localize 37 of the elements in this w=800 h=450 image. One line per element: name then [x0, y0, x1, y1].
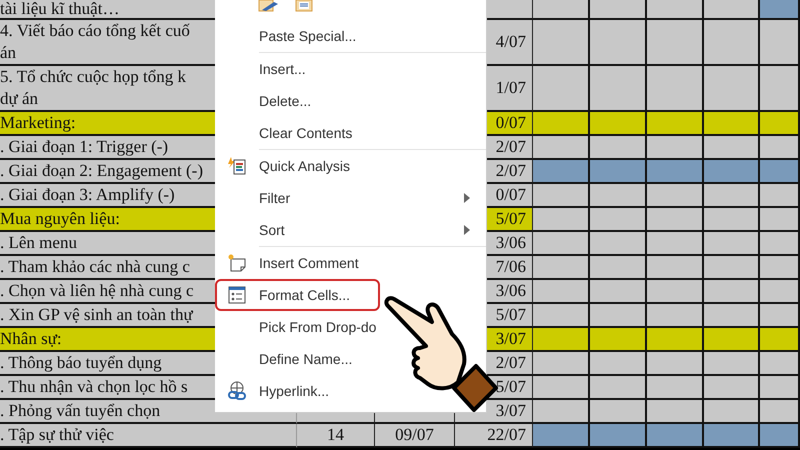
submenu-arrow-icon — [464, 225, 470, 235]
menu-item[interactable]: Quick Analysis — [215, 150, 354, 182]
hyperlink-icon — [227, 381, 247, 401]
menu-item[interactable]: Insert... — [215, 53, 310, 85]
task-name: . Lên menu — [0, 232, 77, 254]
menu-item[interactable]: Pick From Drop-do — [215, 311, 380, 343]
menu-item[interactable]: Insert Comment — [215, 247, 363, 279]
comment-icon — [227, 253, 247, 273]
task-name: 5. Tổ chức cuộc họp tổng k dự án — [0, 66, 186, 110]
quick-analysis-icon — [227, 156, 247, 176]
table-cell: 22/07 — [455, 424, 533, 448]
menu-item[interactable]: Define Name... — [215, 343, 356, 375]
task-name: . Giai đoạn 3: Amplify (-) — [0, 184, 175, 206]
menu-item[interactable]: Clear Contents — [215, 117, 356, 149]
table-cell: 09/07 — [375, 424, 455, 448]
submenu-arrow-icon — [464, 193, 470, 203]
task-name: 4. Viết báo cáo tổng kết cuố án — [0, 20, 190, 64]
task-name: . Thông báo tuyển dụng — [0, 352, 162, 374]
menu-item[interactable]: Format Cells... — [215, 279, 380, 311]
task-name: . Giai đoạn 1: Trigger (-) — [0, 136, 168, 158]
task-name: Marketing: — [0, 112, 76, 134]
table-cell: 14 — [297, 424, 375, 448]
task-name: . Chọn và liên hệ nhà cung c — [0, 280, 194, 302]
task-name: . Giai đoạn 2: Engagement (-) — [0, 160, 203, 182]
menu-item[interactable]: Paste Special... — [215, 20, 360, 52]
task-name: . Thu nhận và chọn lọc hồ s — [0, 376, 188, 398]
task-name: . Tập sự thử việc — [0, 424, 114, 446]
task-name: . Tham khảo các nhà cung c — [0, 256, 190, 278]
task-name: . Xin GP vệ sinh an toàn thự — [0, 304, 193, 326]
task-name: . Phỏng vấn tuyển chọn — [0, 400, 160, 422]
menu-item[interactable]: Delete... — [215, 85, 316, 117]
task-name: Nhân sự: — [0, 328, 62, 350]
menu-item[interactable]: Hyperlink... — [215, 375, 334, 407]
task-name: tài liệu kĩ thuật… — [0, 0, 120, 18]
format-cells-icon — [227, 285, 247, 305]
paste-formatting-icon — [258, 0, 280, 12]
task-name: Mua nguyên liệu: — [0, 208, 120, 230]
